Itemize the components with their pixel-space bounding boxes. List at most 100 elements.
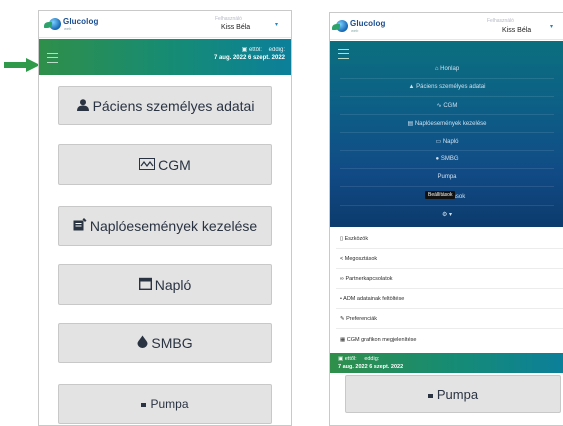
- calendar-icon: ▭: [435, 139, 443, 145]
- hamburger-menu-icon[interactable]: [47, 53, 58, 63]
- menu-divider: [340, 96, 554, 97]
- devices-label: Eszközök: [344, 236, 369, 242]
- preferences-label: Preferenciák: [346, 316, 378, 322]
- brand-name: Glucolog: [350, 19, 386, 28]
- pump-button[interactable]: Pumpa: [58, 384, 272, 424]
- user-menu-caret-icon[interactable]: ▾: [550, 23, 553, 30]
- date-range-bar: ▣ ettől: eddig: 7 aug. 2022 6 szept. 202…: [330, 353, 563, 373]
- log-edit-icon: [73, 218, 87, 234]
- to-date: 6 szept. 2022: [369, 364, 404, 370]
- menu-divider: [340, 150, 554, 151]
- settings-dropdown: ▯ Eszközök < Megosztások ∞ Partnerkapcso…: [336, 229, 563, 352]
- diary-label: Napló: [154, 276, 192, 293]
- menu-item-smbg[interactable]: ● SMBG: [330, 156, 563, 162]
- menu-item-diary[interactable]: ▭ Napló: [330, 138, 563, 145]
- log-events-label: Naplóesemények kezelése: [89, 218, 258, 234]
- drop-icon: [137, 335, 148, 351]
- menu-item-pump[interactable]: Pumpa: [330, 174, 563, 180]
- dropdown-item-cgm-chart[interactable]: ▦ CGM grafikon megjelenítése: [340, 337, 416, 343]
- upload-label: ADM adatainak feltöltése: [343, 296, 405, 302]
- user-icon: [76, 98, 90, 114]
- dropdown-item-partners[interactable]: ∞ Partnerkapcsolatok: [340, 276, 393, 282]
- settings-tooltip: Beállítások: [425, 191, 456, 199]
- role-select[interactable]: Felhasználó: [215, 16, 242, 22]
- cgm-chart-label: CGM grafikon megjelenítése: [346, 337, 417, 343]
- pump-icon: [141, 397, 147, 411]
- menu-pump-label: Pumpa: [437, 174, 457, 180]
- partners-label: Partnerkapcsolatok: [345, 276, 393, 282]
- menu-divider: [340, 186, 554, 187]
- nav-menu: ⌂ Honlap ▲ Páciens személyes adatai ∿ CG…: [330, 41, 563, 227]
- date-range-bar: ▣ ettől: eddig: 7 aug. 2022 6 szept. 202…: [39, 39, 291, 75]
- brand-name: Glucolog: [63, 17, 99, 26]
- dropdown-item-preferences[interactable]: ✎ Preferenciák: [340, 316, 377, 322]
- top-bar: Glucolog web Felhasználó Kiss Béla ▾: [330, 13, 563, 40]
- dropdown-divider: [336, 288, 563, 289]
- diary-button[interactable]: Napló: [58, 264, 272, 305]
- dropdown-item-devices[interactable]: ▯ Eszközök: [340, 236, 368, 242]
- dropdown-divider: [336, 268, 563, 269]
- menu-divider: [340, 168, 554, 169]
- smbg-label: SMBG: [151, 335, 193, 351]
- smbg-button[interactable]: SMBG: [58, 323, 272, 363]
- role-select[interactable]: Felhasználó: [487, 18, 514, 24]
- pump-label: Pumpa: [150, 397, 189, 411]
- dropdown-divider: [336, 248, 563, 249]
- user-name[interactable]: Kiss Béla: [221, 24, 250, 31]
- pointer-arrow-icon: [4, 58, 40, 72]
- from-date: 7 aug. 2022: [213, 55, 247, 61]
- menu-item-cgm[interactable]: ∿ CGM: [330, 102, 563, 109]
- cgm-label: CGM: [158, 156, 191, 173]
- pump-icon: [427, 387, 434, 402]
- dropdown-item-shares[interactable]: < Megosztások: [340, 256, 377, 262]
- calendar-icon: [138, 277, 152, 293]
- date-range[interactable]: ▣ ettől: eddig: 7 aug. 2022 6 szept. 202…: [214, 46, 285, 62]
- menu-divider: [340, 205, 554, 206]
- menu-item-patient-data[interactable]: ▲ Páciens személyes adatai: [330, 84, 563, 90]
- menu-item-home[interactable]: ⌂ Honlap: [330, 66, 563, 72]
- patient-data-button[interactable]: Páciens személyes adatai: [58, 86, 272, 125]
- menu-log-label: Naplóesemények kezelése: [414, 121, 487, 127]
- menu-item-log-events[interactable]: ▤ Naplóesemények kezelése: [330, 120, 563, 127]
- phone-screen-main: Glucolog web Felhasználó Kiss Béla ▾ ▣ e…: [38, 10, 292, 426]
- from-date: 7 aug. 2022: [338, 364, 368, 370]
- brand-sub: web: [64, 26, 72, 31]
- pump-label: Pumpa: [436, 386, 479, 402]
- calendar-small-icon: ▣: [338, 356, 345, 362]
- settings-toggle[interactable]: ⚙ ▾: [330, 211, 563, 218]
- shares-label: Megosztások: [344, 256, 378, 262]
- dropdown-divider: [336, 308, 563, 309]
- top-bar: Glucolog web Felhasználó Kiss Béla ▾: [39, 11, 291, 38]
- menu-divider: [340, 78, 554, 79]
- dropdown-divider: [336, 328, 563, 329]
- calendar-small-icon: ▣: [241, 47, 249, 53]
- to-label: eddig:: [364, 356, 380, 362]
- chart-icon: ▦: [340, 337, 347, 343]
- menu-home-label: Honlap: [440, 66, 460, 72]
- user-icon: ▲: [408, 84, 417, 90]
- brand-sub: web: [351, 28, 359, 33]
- hamburger-menu-icon[interactable]: [338, 49, 349, 59]
- gear-caret-icon: ⚙ ▾: [441, 212, 453, 218]
- menu-diary-label: Napló: [442, 139, 459, 145]
- user-name[interactable]: Kiss Béla: [502, 27, 531, 34]
- phone-screen-menu-open: Glucolog web Felhasználó Kiss Béla ▾ ⌂ H…: [329, 12, 563, 426]
- menu-divider: [340, 114, 554, 115]
- user-menu-caret-icon[interactable]: ▾: [275, 21, 278, 28]
- cgm-wave-icon: [139, 157, 156, 173]
- to-date: 6 szept. 2022: [247, 55, 285, 61]
- from-label: ettől:: [344, 356, 357, 362]
- cgm-button[interactable]: CGM: [58, 144, 272, 185]
- from-label: ettől:: [248, 47, 262, 53]
- log-edit-icon: ▤: [407, 121, 415, 127]
- menu-cgm-label: CGM: [443, 103, 458, 109]
- patient-data-label: Páciens személyes adatai: [92, 97, 255, 114]
- to-label: eddig:: [268, 47, 285, 53]
- log-events-button[interactable]: Naplóesemények kezelése: [58, 206, 272, 246]
- pump-button[interactable]: Pumpa: [345, 375, 561, 413]
- menu-patient-label: Páciens személyes adatai: [416, 84, 486, 90]
- menu-divider: [340, 132, 554, 133]
- menu-smbg-label: SMBG: [440, 156, 459, 162]
- date-range[interactable]: ▣ ettől: eddig: 7 aug. 2022 6 szept. 202…: [338, 355, 403, 371]
- dropdown-item-upload[interactable]: • ADM adatainak feltöltése: [340, 296, 404, 302]
